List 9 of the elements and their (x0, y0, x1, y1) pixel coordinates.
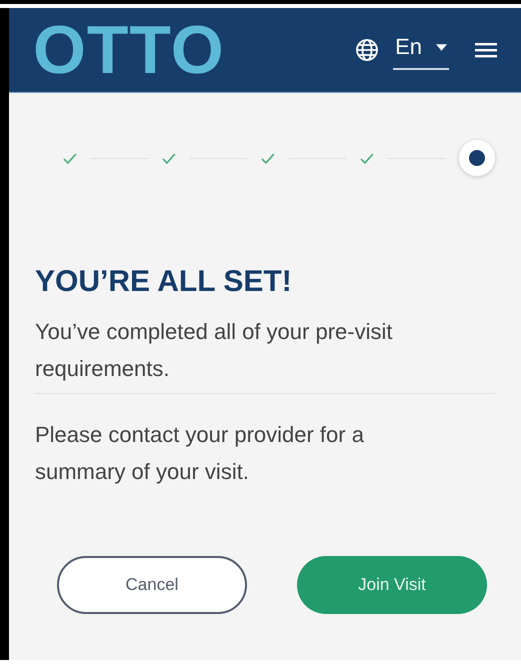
cancel-button[interactable]: Cancel (57, 556, 247, 614)
language-select[interactable]: En (393, 30, 449, 70)
globe-icon[interactable] (355, 38, 380, 62)
caret-icon (436, 44, 447, 50)
note: Please contact your provider for a summary of your visit. (35, 421, 365, 486)
logo[interactable]: OTTO (33, 11, 225, 89)
title: YOU’RE ALL SET! (35, 265, 293, 299)
menu-icon[interactable] (475, 41, 497, 59)
message: You’ve completed all of your pre-visit requirements. (35, 318, 394, 383)
